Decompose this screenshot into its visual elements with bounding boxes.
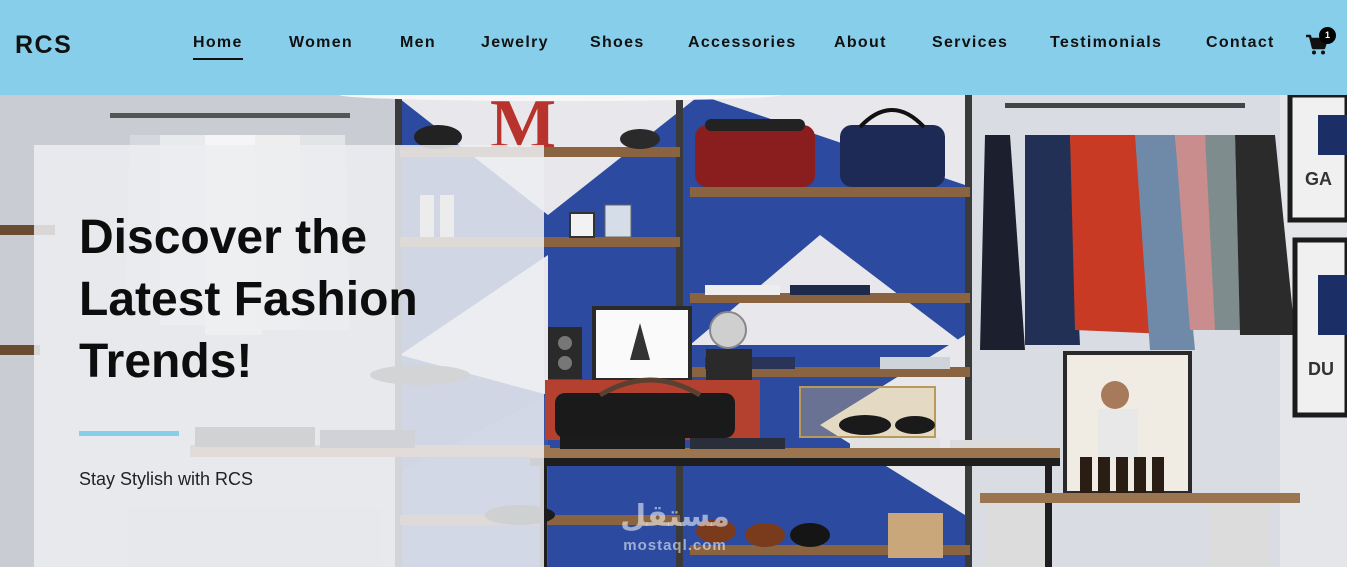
nav-item-women[interactable]: Women (289, 34, 353, 52)
nav-item-services[interactable]: Services (932, 34, 1008, 52)
nav-item-about[interactable]: About (834, 34, 887, 52)
hero-title: Discover the Latest Fashion Trends! (79, 211, 418, 388)
nav-item-accessories[interactable]: Accessories (688, 34, 797, 52)
nav-item-contact[interactable]: Contact (1206, 34, 1275, 52)
svg-text:GA: GA (1305, 169, 1332, 189)
cart-count-badge: 1 (1319, 27, 1336, 44)
watermark: مستقل mostaql.com (600, 497, 750, 567)
hero-text-panel: Discover the Latest Fashion Trends! Stay… (34, 145, 544, 567)
navbar: RCS Home Women Men Jewelry Shoes Accesso… (0, 0, 1347, 95)
nav-item-shoes[interactable]: Shoes (590, 34, 645, 52)
hero-accent-divider (79, 431, 179, 436)
watermark-logo-icon: مستقل (620, 500, 730, 533)
nav-item-home[interactable]: Home (193, 34, 243, 60)
watermark-text: mostaql.com (623, 537, 727, 554)
nav-item-jewelry[interactable]: Jewelry (481, 34, 549, 52)
nav-item-men[interactable]: Men (400, 34, 436, 52)
svg-text:DU: DU (1308, 359, 1334, 379)
hero-section: M GA DU Discover the Latest Fashion Tren… (0, 95, 1347, 567)
brand-logo[interactable]: RCS (15, 31, 72, 60)
hero-subtitle: Stay Stylish with RCS (79, 469, 254, 489)
nav-item-testimonials[interactable]: Testimonials (1050, 34, 1162, 52)
